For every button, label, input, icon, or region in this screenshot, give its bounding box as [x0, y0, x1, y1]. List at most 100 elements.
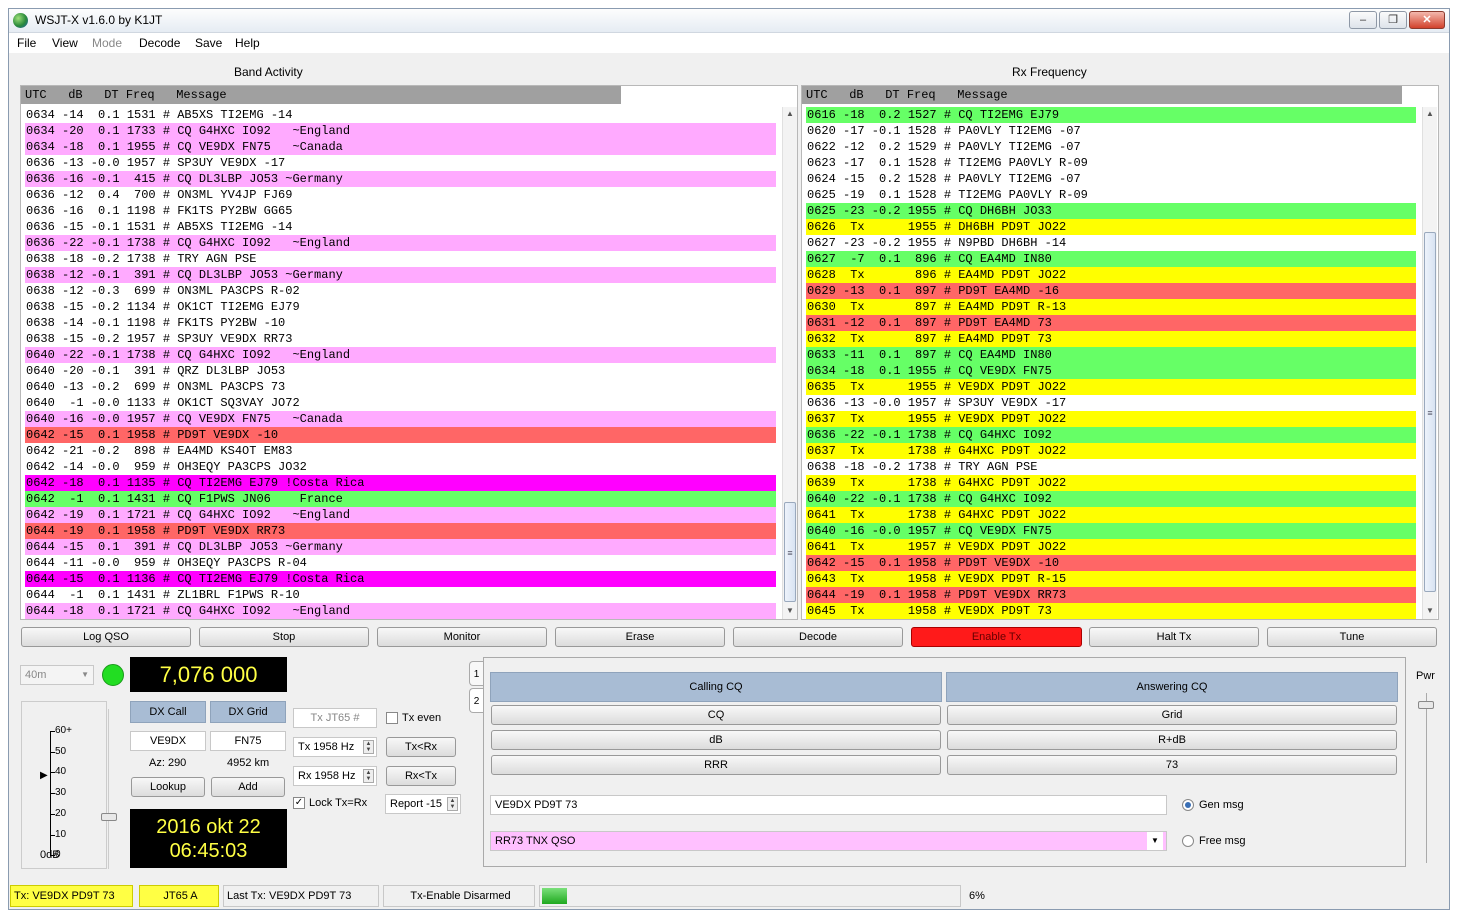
decode-row[interactable]: 0625 -19 0.1 1528 # TI2EMG PA0VLY R-09 [806, 187, 1416, 203]
lock-tx-rx-checkbox[interactable]: ✓ [293, 797, 305, 809]
dx-call-input[interactable]: VE9DX [130, 731, 206, 751]
decode-row[interactable]: 0640 -1 -0.0 1133 # OK1CT SQ3VAY JO72 [25, 395, 776, 411]
decode-row[interactable]: 0634 -18 0.1 1955 # CQ VE9DX FN75 [806, 363, 1416, 379]
lookup-button[interactable]: Lookup [131, 777, 205, 797]
decode-row[interactable]: 0625 -23 -0.2 1955 # CQ DH6BH JO33 [806, 203, 1416, 219]
decode-row[interactable]: 0640 -13 -0.2 699 # ON3ML PA3CPS 73 [25, 379, 776, 395]
report-spinbox[interactable]: Report -15 ▲ ▼ [385, 794, 461, 814]
tx-less-rx-button[interactable]: Tx<Rx [386, 737, 456, 757]
decode-button[interactable]: Decode [733, 627, 903, 647]
band-activity-pane[interactable]: UTC dB DT Freq Message 0634 -14 0.1 1531… [20, 85, 798, 620]
decode-row[interactable]: 0642 -15 0.1 1958 # PD9T VE9DX -10 [25, 427, 776, 443]
free-msg-select[interactable]: RR73 TNX QSO ▼ [490, 831, 1167, 851]
gain-slider-handle[interactable] [101, 813, 117, 821]
decode-row[interactable]: 0643 Tx 1958 # VE9DX PD9T R-15 [806, 571, 1416, 587]
decode-row[interactable]: 0644 -1 0.1 1431 # ZL1BRL F1PWS R-10 [25, 587, 776, 603]
decode-row[interactable]: 0637 Tx 1738 # G4HXC PD9T JO22 [806, 443, 1416, 459]
decode-row[interactable]: 0634 -14 0.1 1531 # AB5XS TI2EMG -14 [25, 107, 776, 123]
decode-row[interactable]: 0633 -11 0.1 897 # CQ EA4MD IN80 [806, 347, 1416, 363]
enable-tx-button[interactable]: Enable Tx [911, 627, 1082, 647]
decode-row[interactable]: 0635 Tx 1955 # VE9DX PD9T JO22 [806, 379, 1416, 395]
decode-row[interactable]: 0631 -12 0.1 897 # PD9T EA4MD 73 [806, 315, 1416, 331]
band-select[interactable]: 40m ▼ [20, 665, 94, 685]
decode-row[interactable]: 0629 -13 0.1 897 # PD9T EA4MD -16 [806, 283, 1416, 299]
stop-button[interactable]: Stop [199, 627, 369, 647]
decode-row[interactable]: 0641 Tx 1738 # G4HXC PD9T JO22 [806, 507, 1416, 523]
tx-freq-spinbox[interactable]: Tx 1958 Hz ▲ ▼ [293, 737, 377, 757]
menu-help[interactable]: Help [235, 36, 260, 50]
decode-row[interactable]: 0638 -14 -0.1 1198 # FK1TS PY2BW -10 [25, 315, 776, 331]
decode-row[interactable]: 0640 -20 -0.1 391 # QRZ DL3LBP JO53 [25, 363, 776, 379]
pwr-slider[interactable] [1418, 693, 1434, 863]
log-qso-button[interactable]: Log QSO [21, 627, 191, 647]
r-db-button[interactable]: R+dB [947, 730, 1397, 750]
decode-row[interactable]: 0642 -14 -0.0 959 # OH3EQY PA3CPS JO32 [25, 459, 776, 475]
decode-row[interactable]: 0644 -15 0.1 391 # CQ DL3LBP JO53 ~Germa… [25, 539, 776, 555]
decode-row[interactable]: 0640 -22 -0.1 1738 # CQ G4HXC IO92 ~Engl… [25, 347, 776, 363]
decode-row[interactable]: 0634 -20 0.1 1733 # CQ G4HXC IO92 ~Engla… [25, 123, 776, 139]
decode-row[interactable]: 0630 Tx 897 # EA4MD PD9T R-13 [806, 299, 1416, 315]
decode-row[interactable]: 0626 Tx 1955 # DH6BH PD9T JO22 [806, 219, 1416, 235]
decode-row[interactable]: 0632 Tx 897 # EA4MD PD9T 73 [806, 331, 1416, 347]
gen-msg-radio[interactable] [1182, 799, 1194, 811]
decode-row[interactable]: 0624 -15 0.2 1528 # PA0VLY TI2EMG -07 [806, 171, 1416, 187]
band-activity-scrollbar[interactable]: ▲ ≡ ▼ [782, 107, 797, 619]
decode-row[interactable]: 0640 -22 -0.1 1738 # CQ G4HXC IO92 [806, 491, 1416, 507]
seventy-three-button[interactable]: 73 [947, 755, 1397, 775]
menu-decode[interactable]: Decode [139, 36, 180, 50]
decode-row[interactable]: 0639 Tx 1738 # G4HXC PD9T JO22 [806, 475, 1416, 491]
decode-row[interactable]: 0641 Tx 1957 # VE9DX PD9T JO22 [806, 539, 1416, 555]
decode-row[interactable]: 0644 -19 0.1 1958 # PD9T VE9DX RR73 [25, 523, 776, 539]
scroll-thumb[interactable]: ≡ [784, 502, 796, 602]
minimize-button[interactable]: ‒ [1349, 11, 1377, 29]
dx-grid-input[interactable]: FN75 [210, 731, 286, 751]
gain-slider[interactable] [101, 709, 120, 869]
decode-row[interactable]: 0644 -19 0.1 1958 # PD9T VE9DX RR73 [806, 587, 1416, 603]
tx-mode-button[interactable]: Tx JT65 # [293, 708, 377, 728]
decode-row[interactable]: 0636 -22 -0.1 1738 # CQ G4HXC IO92 [806, 427, 1416, 443]
spin-arrows-icon[interactable]: ▲ ▼ [363, 769, 374, 783]
rx-frequency-scrollbar[interactable]: ▲ ≡ ▼ [1422, 107, 1437, 619]
scroll-down-icon[interactable]: ▼ [783, 604, 797, 618]
decode-row[interactable]: 0644 -18 0.1 1721 # CQ G4HXC IO92 ~Engla… [25, 603, 776, 619]
decode-row[interactable]: 0636 -22 -0.1 1738 # CQ G4HXC IO92 ~Engl… [25, 235, 776, 251]
decode-row[interactable]: 0627 -7 0.1 896 # CQ EA4MD IN80 [806, 251, 1416, 267]
free-msg-radio[interactable] [1182, 835, 1194, 847]
decode-row[interactable]: 0642 -1 0.1 1431 # CQ F1PWS JN06 France [25, 491, 776, 507]
pwr-slider-handle[interactable] [1418, 701, 1434, 709]
decode-row[interactable]: 0640 -16 -0.0 1957 # CQ VE9DX FN75 [806, 523, 1416, 539]
tune-button[interactable]: Tune [1267, 627, 1437, 647]
scroll-thumb[interactable]: ≡ [1424, 232, 1436, 592]
scroll-up-icon[interactable]: ▲ [783, 107, 797, 121]
decode-row[interactable]: 0638 -15 -0.2 1957 # SP3UY VE9DX RR73 [25, 331, 776, 347]
decode-row[interactable]: 0642 -15 0.1 1958 # PD9T VE9DX -10 [806, 555, 1416, 571]
decode-row[interactable]: 0636 -13 -0.0 1957 # SP3UY VE9DX -17 [25, 155, 776, 171]
menu-mode[interactable]: Mode [92, 36, 122, 50]
spin-arrows-icon[interactable]: ▲ ▼ [363, 740, 374, 754]
scroll-down-icon[interactable]: ▼ [1423, 604, 1437, 618]
grid-button[interactable]: Grid [947, 705, 1397, 725]
tab-2[interactable]: 2 [469, 688, 483, 713]
decode-row[interactable]: 0636 -13 -0.0 1957 # SP3UY VE9DX -17 [806, 395, 1416, 411]
scroll-up-icon[interactable]: ▲ [1423, 107, 1437, 121]
decode-row[interactable]: 0637 Tx 1955 # VE9DX PD9T JO22 [806, 411, 1416, 427]
decode-row[interactable]: 0623 -17 0.1 1528 # TI2EMG PA0VLY R-09 [806, 155, 1416, 171]
decode-row[interactable]: 0642 -18 0.1 1135 # CQ TI2EMG EJ79 !Cost… [25, 475, 776, 491]
decode-row[interactable]: 0642 -21 -0.2 898 # EA4MD KS4OT EM83 [25, 443, 776, 459]
close-button[interactable]: ✕ [1409, 11, 1445, 29]
add-button[interactable]: Add [211, 777, 285, 797]
tx-even-checkbox[interactable] [386, 712, 398, 724]
decode-row[interactable]: 0640 -16 -0.0 1957 # CQ VE9DX FN75 ~Cana… [25, 411, 776, 427]
decode-row[interactable]: 0636 -12 0.4 700 # ON3ML YV4JP FJ69 [25, 187, 776, 203]
menu-view[interactable]: View [52, 36, 78, 50]
erase-button[interactable]: Erase [555, 627, 725, 647]
decode-row[interactable]: 0622 -12 0.2 1529 # PA0VLY TI2EMG -07 [806, 139, 1416, 155]
decode-row[interactable]: 0636 -16 0.1 1198 # FK1TS PY2BW GG65 [25, 203, 776, 219]
menu-file[interactable]: File [17, 36, 36, 50]
decode-row[interactable]: 0638 -18 -0.2 1738 # TRY AGN PSE [25, 251, 776, 267]
decode-row[interactable]: 0644 -15 0.1 1136 # CQ TI2EMG EJ79 !Cost… [25, 571, 776, 587]
decode-row[interactable]: 0616 -18 0.2 1527 # CQ TI2EMG EJ79 [806, 107, 1416, 123]
decode-row[interactable]: 0620 -17 -0.1 1528 # PA0VLY TI2EMG -07 [806, 123, 1416, 139]
rrr-button[interactable]: RRR [491, 755, 941, 775]
rx-less-tx-button[interactable]: Rx<Tx [386, 766, 456, 786]
